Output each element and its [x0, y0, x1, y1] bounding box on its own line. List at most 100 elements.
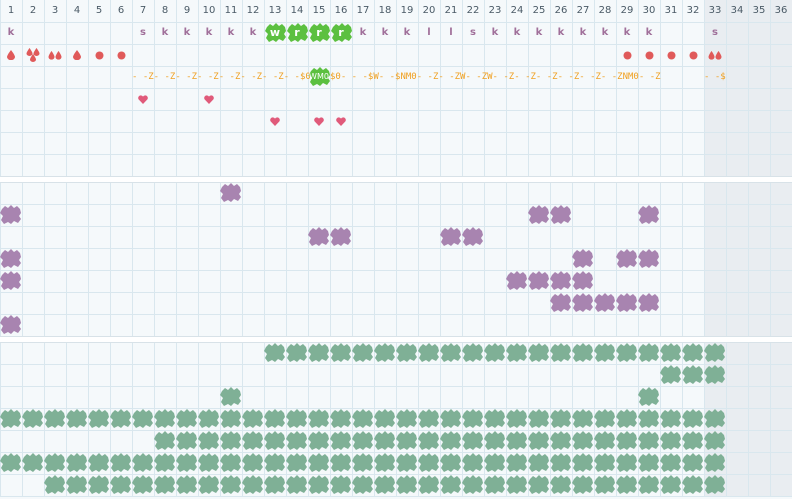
- column-number[interactable]: 12: [242, 0, 264, 22]
- green-block[interactable]: [44, 453, 66, 473]
- green-block[interactable]: [396, 453, 418, 473]
- green-block[interactable]: [374, 431, 396, 451]
- green-block[interactable]: [594, 343, 616, 363]
- green-block[interactable]: [660, 343, 682, 363]
- green-block[interactable]: [396, 475, 418, 495]
- green-block[interactable]: [374, 475, 396, 495]
- green-block[interactable]: [308, 475, 330, 495]
- green-block[interactable]: [506, 475, 528, 495]
- status-letter[interactable]: l: [418, 22, 440, 44]
- red-drop-icon[interactable]: [44, 44, 66, 66]
- column-number[interactable]: 36: [770, 0, 792, 22]
- green-block[interactable]: [440, 343, 462, 363]
- column-number[interactable]: 27: [572, 0, 594, 22]
- purple-block[interactable]: [572, 271, 594, 291]
- green-block[interactable]: [154, 431, 176, 451]
- status-letter[interactable]: k: [616, 22, 638, 44]
- status-letter[interactable]: s: [704, 22, 726, 44]
- green-block[interactable]: [528, 453, 550, 473]
- green-block[interactable]: [176, 409, 198, 429]
- purple-block[interactable]: [550, 293, 572, 313]
- status-letter[interactable]: l: [440, 22, 462, 44]
- green-block[interactable]: [22, 453, 44, 473]
- column-number[interactable]: 30: [638, 0, 660, 22]
- green-block[interactable]: [440, 431, 462, 451]
- green-block[interactable]: [154, 409, 176, 429]
- column-number[interactable]: 22: [462, 0, 484, 22]
- green-block[interactable]: [44, 475, 66, 495]
- green-block[interactable]: [264, 409, 286, 429]
- green-block[interactable]: [22, 409, 44, 429]
- green-block[interactable]: [462, 431, 484, 451]
- column-number[interactable]: 20: [418, 0, 440, 22]
- green-block[interactable]: [308, 431, 330, 451]
- green-block[interactable]: [594, 475, 616, 495]
- purple-block[interactable]: [308, 227, 330, 247]
- green-block[interactable]: [528, 409, 550, 429]
- green-block[interactable]: [594, 409, 616, 429]
- column-number[interactable]: 23: [484, 0, 506, 22]
- green-badge[interactable]: w: [265, 23, 286, 43]
- green-block[interactable]: [550, 453, 572, 473]
- green-block[interactable]: [682, 431, 704, 451]
- green-block[interactable]: [220, 453, 242, 473]
- green-block[interactable]: [220, 431, 242, 451]
- green-badge[interactable]: WM0: [309, 67, 330, 87]
- green-block[interactable]: [220, 387, 242, 407]
- column-number[interactable]: 8: [154, 0, 176, 22]
- green-block[interactable]: [66, 409, 88, 429]
- green-block[interactable]: [682, 409, 704, 429]
- green-block[interactable]: [660, 453, 682, 473]
- status-letter[interactable]: k: [572, 22, 594, 44]
- status-letter[interactable]: k: [528, 22, 550, 44]
- red-dot-icon[interactable]: [660, 44, 682, 66]
- heart-icon[interactable]: [330, 110, 352, 132]
- green-block[interactable]: [88, 475, 110, 495]
- green-block[interactable]: [440, 409, 462, 429]
- green-block[interactable]: [418, 409, 440, 429]
- green-block[interactable]: [220, 475, 242, 495]
- red-drop-icon[interactable]: [66, 44, 88, 66]
- green-block[interactable]: [110, 475, 132, 495]
- green-block[interactable]: [462, 453, 484, 473]
- green-block[interactable]: [418, 343, 440, 363]
- green-block[interactable]: [462, 409, 484, 429]
- purple-block[interactable]: [550, 205, 572, 225]
- green-block[interactable]: [418, 431, 440, 451]
- red-dot-icon[interactable]: [88, 44, 110, 66]
- green-block[interactable]: [176, 431, 198, 451]
- green-block[interactable]: [176, 453, 198, 473]
- green-block[interactable]: [484, 453, 506, 473]
- green-block[interactable]: [308, 409, 330, 429]
- green-badge[interactable]: r: [309, 23, 330, 43]
- status-letter[interactable]: k: [550, 22, 572, 44]
- green-block[interactable]: [396, 431, 418, 451]
- green-block[interactable]: [0, 453, 22, 473]
- green-block[interactable]: [638, 475, 660, 495]
- green-block[interactable]: [242, 475, 264, 495]
- status-letter[interactable]: k: [594, 22, 616, 44]
- green-block[interactable]: [682, 475, 704, 495]
- green-block[interactable]: [44, 409, 66, 429]
- column-number[interactable]: 21: [440, 0, 462, 22]
- red-dot-icon[interactable]: [638, 44, 660, 66]
- purple-block[interactable]: [462, 227, 484, 247]
- green-block[interactable]: [0, 409, 22, 429]
- green-block[interactable]: [572, 409, 594, 429]
- status-letter[interactable]: k: [374, 22, 396, 44]
- column-number[interactable]: 16: [330, 0, 352, 22]
- status-letter[interactable]: k: [638, 22, 660, 44]
- green-block[interactable]: [550, 409, 572, 429]
- green-block[interactable]: [198, 475, 220, 495]
- purple-block[interactable]: [0, 315, 22, 335]
- column-number[interactable]: 34: [726, 0, 748, 22]
- green-block[interactable]: [374, 343, 396, 363]
- green-block[interactable]: [616, 431, 638, 451]
- green-block[interactable]: [660, 431, 682, 451]
- green-block[interactable]: [418, 475, 440, 495]
- green-block[interactable]: [506, 453, 528, 473]
- green-block[interactable]: [484, 475, 506, 495]
- green-block[interactable]: [352, 343, 374, 363]
- green-block[interactable]: [616, 475, 638, 495]
- green-block[interactable]: [462, 475, 484, 495]
